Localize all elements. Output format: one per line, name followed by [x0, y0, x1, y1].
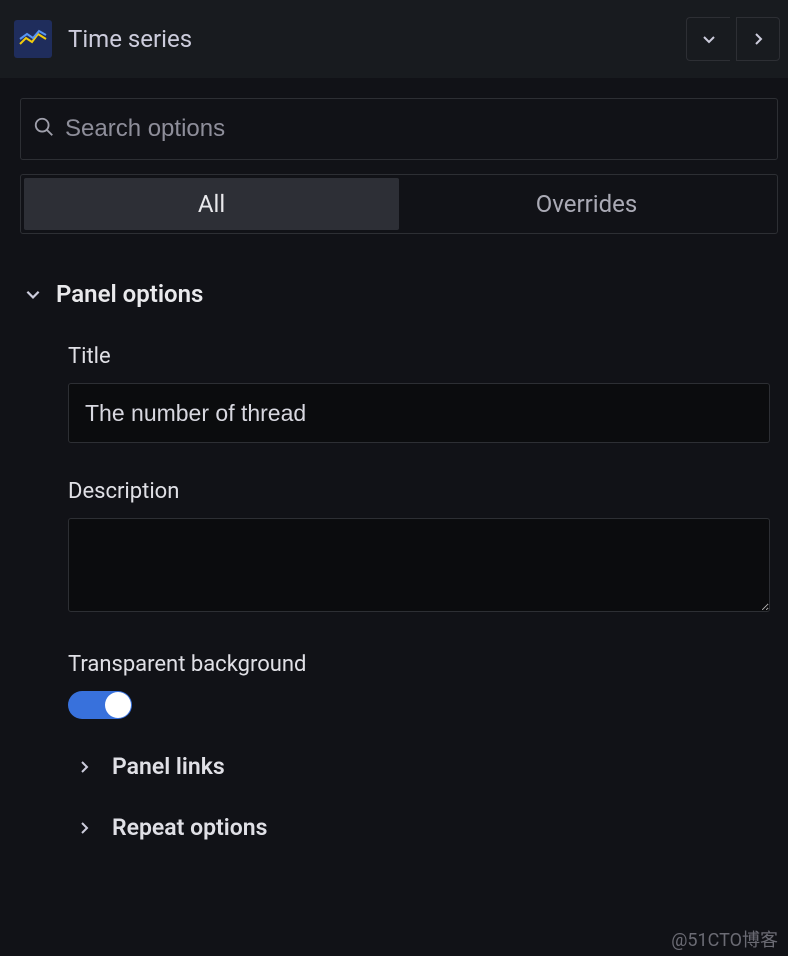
search-icon: [33, 116, 55, 142]
options-tab-group: All Overrides: [20, 174, 778, 234]
repeat-options-label: Repeat options: [112, 814, 267, 841]
panel-options-title: Panel options: [56, 280, 203, 308]
repeat-options-section[interactable]: Repeat options: [24, 814, 770, 841]
search-options-input[interactable]: [65, 115, 765, 143]
title-input[interactable]: [68, 383, 770, 443]
chevron-right-icon: [76, 759, 92, 775]
visualization-name[interactable]: Time series: [68, 25, 686, 53]
chevron-right-icon: [76, 820, 92, 836]
panel-links-label: Panel links: [112, 753, 225, 780]
chevron-down-icon: [24, 285, 42, 303]
search-options-wrap[interactable]: [20, 98, 778, 160]
description-field: Description: [24, 479, 770, 616]
panel-links-section[interactable]: Panel links: [24, 753, 770, 780]
panel-options-section: Panel options Title Description Transpar…: [20, 280, 778, 841]
panel-options-header[interactable]: Panel options: [24, 280, 770, 308]
chevron-right-icon: [750, 31, 766, 47]
description-label: Description: [68, 479, 770, 504]
description-input[interactable]: [68, 518, 770, 612]
tab-overrides[interactable]: Overrides: [399, 178, 774, 230]
transparent-field: Transparent background: [24, 652, 770, 719]
tab-all[interactable]: All: [24, 178, 399, 230]
title-field: Title: [24, 344, 770, 443]
transparent-toggle[interactable]: [68, 691, 132, 719]
watermark: @51CTO博客: [671, 926, 778, 952]
visualization-header: Time series: [0, 0, 788, 78]
visualization-dropdown-button[interactable]: [686, 17, 730, 61]
chevron-down-icon: [701, 31, 717, 47]
title-label: Title: [68, 344, 770, 369]
toggle-knob: [105, 692, 131, 718]
transparent-label: Transparent background: [68, 652, 770, 677]
timeseries-icon: [14, 20, 52, 58]
collapse-panel-button[interactable]: [736, 17, 780, 61]
options-pane: All Overrides Panel options Title Descri…: [0, 78, 788, 841]
